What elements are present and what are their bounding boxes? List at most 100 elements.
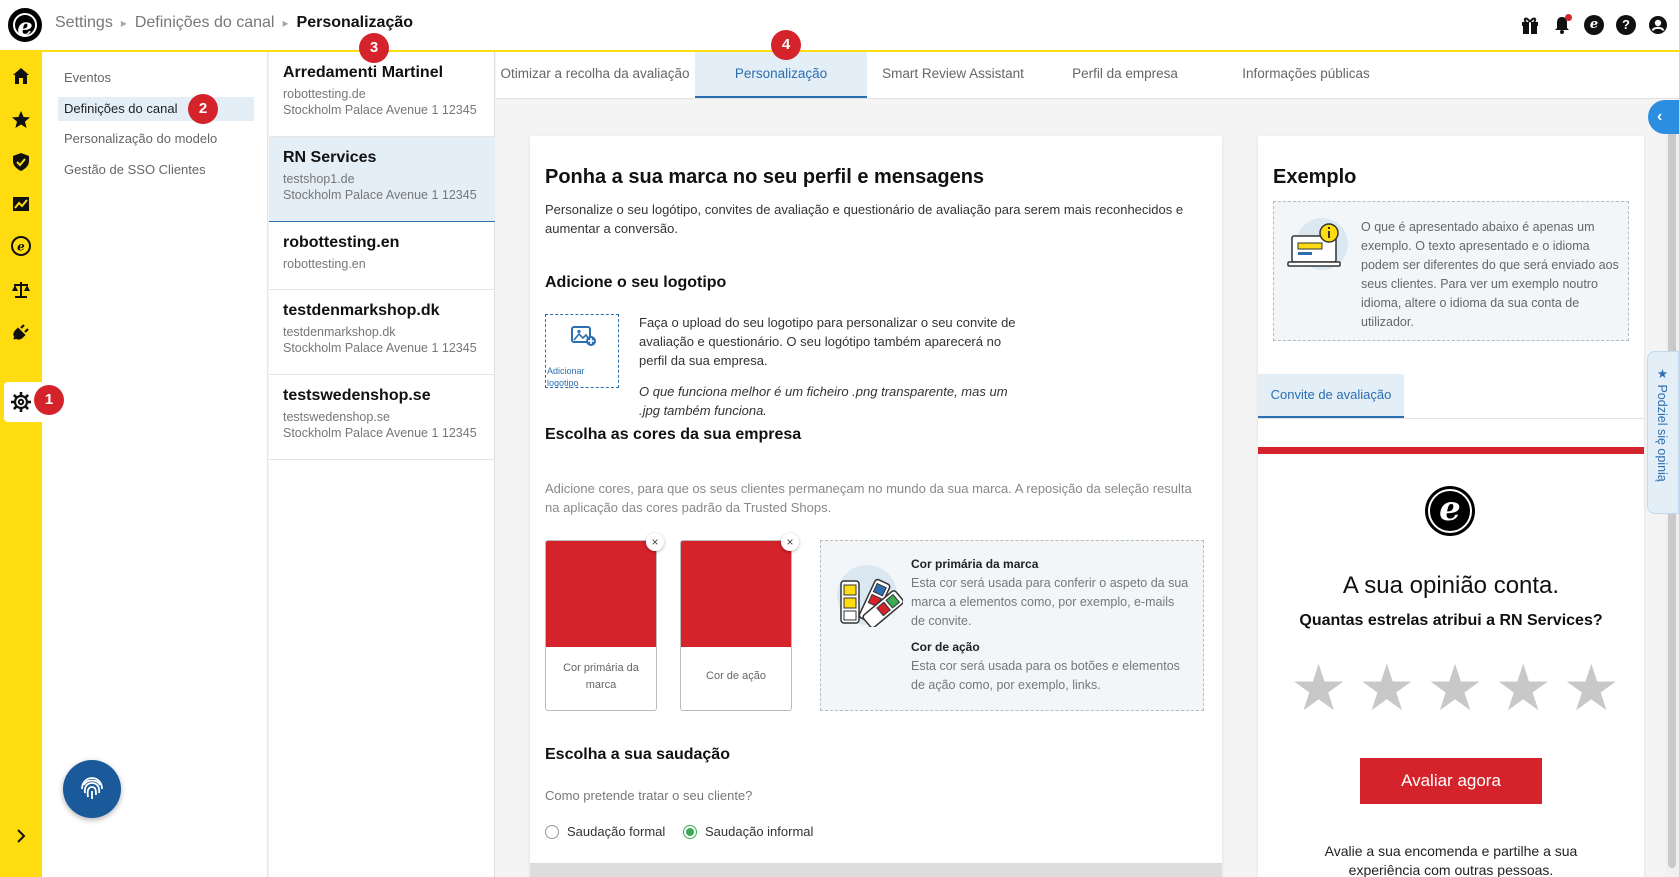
tab-review-invite[interactable]: Convite de avaliação xyxy=(1258,374,1404,418)
example-title: Exemplo xyxy=(1273,166,1357,188)
plug-icon[interactable] xyxy=(9,320,33,344)
card-intro: Personalize o seu logótipo, convites de … xyxy=(545,202,1184,236)
shop-name: testdenmarkshop.dk xyxy=(283,302,440,319)
scales-icon[interactable] xyxy=(9,278,33,302)
chevron-left-icon[interactable]: ‹ xyxy=(1648,100,1679,134)
add-logo-button[interactable]: Adicionar logotipo xyxy=(545,314,619,388)
chevron-right-icon[interactable] xyxy=(9,824,33,848)
shop-list: Arredamenti Martinel robottesting.de Sto… xyxy=(269,52,495,877)
shop-address: Stockholm Palace Avenue 1 12345 xyxy=(283,426,477,440)
account-icon[interactable] xyxy=(1647,14,1669,36)
info-primary-title: Cor primária da marca xyxy=(911,557,1039,571)
shop-domain: testswedenshop.se xyxy=(283,410,391,424)
svg-text:e: e xyxy=(17,240,25,254)
submenu-item-template-customization[interactable]: Personalização do modelo xyxy=(58,127,254,151)
radio-button[interactable] xyxy=(545,824,559,839)
shop-item[interactable]: robottesting.en robottesting.en xyxy=(269,222,495,290)
step-badge-3: 3 xyxy=(359,33,389,63)
info-action-desc: Esta cor será usada para os botões e ele… xyxy=(911,659,1180,692)
card-title: Ponha a sua marca no seu perfil e mensag… xyxy=(545,166,985,188)
star-rating: ★ ★ ★ ★ ★ xyxy=(1290,656,1620,720)
gear-icon[interactable] xyxy=(9,390,33,414)
star-icon[interactable]: ★ xyxy=(1563,656,1620,720)
submenu-item-channel-settings[interactable]: Definições do canal xyxy=(58,97,254,121)
top-bar: e Settings ▸ Definições do canal ▸ Perso… xyxy=(0,0,1679,52)
shop-domain: robottesting.en xyxy=(283,257,366,271)
etrusted-icon[interactable]: e xyxy=(9,234,33,258)
action-color-label: Cor de ação xyxy=(706,670,766,682)
feedback-tab-label: ★ Podziel się opinią xyxy=(1655,366,1669,482)
submenu-item-events[interactable]: Eventos xyxy=(58,66,254,90)
info-primary-desc: Esta cor será usada para conferir o aspe… xyxy=(911,576,1189,628)
informal-greeting-radio[interactable]: Saudação informal xyxy=(683,824,813,839)
submenu-item-sso-clients[interactable]: Gestão de SSO Clientes xyxy=(58,158,254,182)
example-panel: Exemplo O que é apresentado abaixo é ape… xyxy=(1258,136,1644,877)
gift-icon[interactable] xyxy=(1519,14,1541,36)
color-info-box: Cor primária da marca Esta cor será usad… xyxy=(820,540,1204,711)
star-icon[interactable]: ★ xyxy=(1358,656,1415,720)
bell-icon[interactable] xyxy=(1551,14,1573,36)
example-note: O que é apresentado abaixo é apenas um e… xyxy=(1273,201,1629,341)
shop-domain: robottesting.de xyxy=(283,87,366,101)
remove-primary-color-button[interactable]: × xyxy=(646,533,664,551)
shop-item[interactable]: testswedenshop.se testswedenshop.se Stoc… xyxy=(269,375,495,460)
main-nav-rail: e xyxy=(0,52,42,877)
add-image-icon xyxy=(571,326,596,346)
etrusted-logo[interactable]: e xyxy=(8,8,42,42)
shop-name: robottesting.en xyxy=(283,234,400,251)
tab-bar: Otimizar a recolha da avaliação Personal… xyxy=(496,52,1679,99)
notification-dot xyxy=(1565,14,1572,21)
shop-address: Stockholm Palace Avenue 1 12345 xyxy=(283,341,477,355)
informal-greeting-label: Saudação informal xyxy=(705,824,814,839)
shield-icon[interactable] xyxy=(9,150,33,174)
example-headline: A sua opinião conta. xyxy=(1342,572,1560,599)
etrusted-logo: e xyxy=(1425,486,1475,536)
greeting-question: Como pretende tratar o seu cliente? xyxy=(545,788,753,803)
star-icon[interactable] xyxy=(9,108,33,132)
formal-greeting-radio[interactable]: Saudação formal xyxy=(545,824,665,839)
radio-button-checked[interactable] xyxy=(683,824,697,839)
fingerprint-button[interactable] xyxy=(63,760,121,818)
star-icon[interactable]: ★ xyxy=(1426,656,1483,720)
breadcrumb-settings[interactable]: Settings xyxy=(55,14,113,32)
example-note-text: O que é apresentado abaixo é apenas um e… xyxy=(1361,220,1619,329)
tab-smart-review-assistant[interactable]: Smart Review Assistant xyxy=(867,52,1039,98)
chart-icon[interactable] xyxy=(9,192,33,216)
brand-color-bar xyxy=(1258,447,1644,454)
star-icon[interactable]: ★ xyxy=(1494,656,1551,720)
tab-company-profile[interactable]: Perfil da empresa xyxy=(1039,52,1211,98)
rate-now-button[interactable]: Avaliar agora xyxy=(1360,758,1542,804)
shop-item-selected[interactable]: RN Services testshop1.de Stockholm Palac… xyxy=(269,137,495,222)
shop-name: Arredamenti Martinel xyxy=(283,64,444,81)
shop-address: Stockholm Palace Avenue 1 12345 xyxy=(283,103,477,117)
action-color-swatch[interactable]: Cor de ação × xyxy=(680,533,799,711)
settings-submenu: Eventos Definições do canal Personalizaç… xyxy=(42,52,268,877)
action-color-fill xyxy=(681,541,791,647)
primary-color-swatch[interactable]: Cor primária da marca × xyxy=(545,533,664,711)
step-badge-4: 4 xyxy=(771,30,801,60)
card-footer-bar xyxy=(530,863,1222,877)
fingerprint-icon xyxy=(81,777,103,799)
etrusted-icon[interactable]: e xyxy=(1583,14,1605,36)
remove-action-color-button[interactable]: × xyxy=(781,533,799,551)
example-footer-text: Avalie a sua encomenda e partilhe a sua … xyxy=(1324,843,1578,877)
example-question: Quantas estrelas atribui a RN Services? xyxy=(1299,612,1603,629)
tab-public-information[interactable]: Informações públicas xyxy=(1211,52,1401,98)
color-palette-icon xyxy=(837,565,903,627)
personalization-card: Ponha a sua marca no seu perfil e mensag… xyxy=(530,136,1222,877)
shop-domain: testdenmarkshop.dk xyxy=(283,325,396,339)
breadcrumb: Settings ▸ Definições do canal ▸ Persona… xyxy=(55,14,413,32)
tab-optimize-collection[interactable]: Otimizar a recolha da avaliação xyxy=(496,52,694,98)
colors-section-title: Escolha as cores da sua empresa xyxy=(545,426,802,443)
feedback-tab[interactable]: ★ Podziel się opinią xyxy=(1647,351,1679,514)
shop-item[interactable]: Arredamenti Martinel robottesting.de Sto… xyxy=(269,52,495,137)
home-icon[interactable] xyxy=(9,64,33,88)
breadcrumb-channel-settings[interactable]: Definições do canal xyxy=(135,14,275,32)
help-icon[interactable]: ? xyxy=(1615,14,1637,36)
info-action-title: Cor de ação xyxy=(911,640,980,654)
formal-greeting-label: Saudação formal xyxy=(567,824,666,839)
shop-item[interactable]: testdenmarkshop.dk testdenmarkshop.dk St… xyxy=(269,290,495,375)
breadcrumb-separator: ▸ xyxy=(120,16,127,30)
star-icon[interactable]: ★ xyxy=(1290,656,1347,720)
breadcrumb-separator: ▸ xyxy=(282,16,289,30)
